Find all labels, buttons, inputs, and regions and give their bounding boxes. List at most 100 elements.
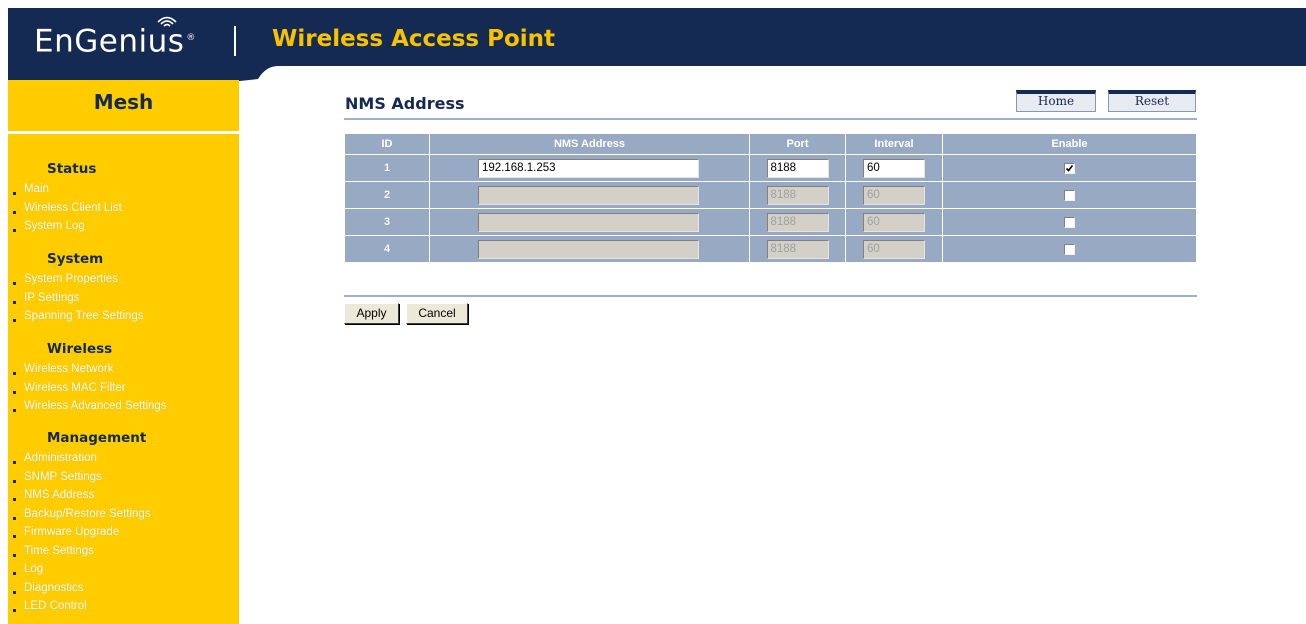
sidebar-title: Mesh [93, 90, 154, 114]
nav-item-snmp-settings[interactable]: SNMP Settings [8, 468, 239, 487]
interval-cell [846, 155, 942, 181]
enable-cell [943, 182, 1196, 208]
nav-item-label: Main [24, 183, 49, 195]
nav-item-label: IP Settings [24, 291, 80, 304]
checkmark-icon [1065, 164, 1074, 172]
port-input[interactable] [766, 158, 829, 178]
nav-item-spanning-tree-settings[interactable]: Spanning Tree Settings [8, 307, 239, 326]
bullet-icon [13, 409, 16, 412]
nav-item-ip-settings[interactable]: IP Settings [8, 289, 239, 308]
nav-heading-management: Management [47, 430, 147, 446]
nav-item-firmware-upgrade[interactable]: Firmware Upgrade [8, 523, 239, 542]
port-cell [750, 155, 845, 181]
nav-item-wireless-advanced-settings[interactable]: Wireless Advanced Settings [8, 397, 239, 416]
nms-address-input[interactable] [478, 185, 699, 205]
port-cell [750, 182, 845, 208]
column-header-enable: Enable [943, 134, 1196, 154]
nav-section-management: Management Administration SNMP Settings … [8, 428, 239, 616]
port-input[interactable] [766, 239, 829, 259]
app-title: Wireless Access Point [272, 26, 556, 52]
enable-checkbox[interactable] [1064, 216, 1075, 228]
bullet-icon [13, 210, 16, 214]
nav-item-administration[interactable]: Administration [8, 449, 239, 468]
nav-item-label: Wireless Client List [24, 201, 122, 214]
column-header-port: Port [750, 134, 845, 154]
nms-address-input[interactable] [478, 158, 699, 178]
nav-item-wireless-mac-filter[interactable]: Wireless MAC Filter [8, 379, 239, 398]
home-button[interactable]: Home [1016, 90, 1096, 112]
nav-item-label: Firmware Upgrade [24, 526, 120, 538]
nav-item-label: Wireless Advanced Settings [24, 400, 167, 412]
nav-item-system-log[interactable]: System Log [8, 217, 239, 236]
interval-input[interactable] [863, 239, 925, 259]
bullet-icon [13, 479, 16, 483]
enable-cell [943, 155, 1196, 181]
bullet-icon [13, 390, 16, 394]
nav-item-wireless-client-list[interactable]: Wireless Client List [8, 199, 239, 218]
port-cell [750, 236, 845, 262]
reset-button[interactable]: Reset [1108, 90, 1196, 112]
enable-checkbox[interactable] [1064, 243, 1075, 255]
nav-item-label: NMS Address [24, 489, 95, 501]
nav-item-label: Log [24, 563, 44, 575]
nms-address-input[interactable] [478, 212, 699, 232]
nav-item-label: Backup/Restore Settings [24, 507, 151, 520]
sidebar: Mesh Status Main Wireless Client List Sy… [8, 80, 239, 624]
nav-item-label: LED Control [24, 600, 87, 612]
port-cell [750, 209, 845, 235]
nav-item-label: Wireless Network [24, 363, 114, 375]
nav-item-label: Administration [24, 452, 97, 464]
nav-item-time-settings[interactable]: Time Settings [8, 542, 239, 561]
nav-item-led-control[interactable]: LED Control [8, 597, 239, 616]
nav-item-log[interactable]: Log [8, 560, 239, 579]
header: EnGenius ® Wireless Access Point [8, 8, 1306, 81]
row-id: 1 [345, 155, 429, 181]
table-row: 1 [345, 155, 1196, 181]
column-header-interval: Interval [846, 134, 942, 154]
header-slope [8, 65, 1306, 81]
interval-input[interactable] [863, 212, 925, 232]
address-cell [430, 209, 749, 235]
bullet-icon [13, 372, 16, 375]
interval-input[interactable] [863, 158, 925, 178]
nav-item-wireless-network[interactable]: Wireless Network [8, 360, 239, 379]
enable-cell [943, 209, 1196, 235]
interval-input[interactable] [863, 185, 925, 205]
enable-checkbox[interactable] [1064, 189, 1075, 201]
table-row: 4 [345, 236, 1196, 262]
page-title: NMS Address [345, 94, 465, 113]
nav-section-system: System System Properties IP Settings Spa… [8, 249, 239, 326]
bullet-icon [13, 192, 16, 195]
bullet-icon [13, 461, 16, 464]
logo-text: EnGenius [34, 23, 185, 60]
bottom-divider [344, 295, 1197, 297]
nav-item-label: Time Settings [24, 544, 94, 557]
bullet-icon [13, 498, 16, 501]
nav-item-main[interactable]: Main [8, 180, 239, 199]
enable-cell [943, 236, 1196, 262]
nav-item-label: System Properties [24, 273, 118, 285]
nav-item-label: SNMP Settings [24, 470, 102, 483]
nav-heading-system: System [47, 251, 104, 267]
nms-address-input[interactable] [478, 239, 699, 259]
bullet-icon [13, 319, 16, 322]
cancel-button[interactable]: Cancel [406, 303, 468, 324]
nav-item-system-properties[interactable]: System Properties [8, 270, 239, 289]
port-input[interactable] [766, 185, 829, 205]
enable-checkbox[interactable] [1064, 162, 1075, 174]
nav-section-status: Status Main Wireless Client List System … [8, 159, 239, 236]
apply-button[interactable]: Apply [344, 303, 399, 324]
nav-item-nms-address[interactable]: NMS Address [8, 486, 239, 505]
address-cell [430, 155, 749, 181]
nav-item-label: Wireless MAC Filter [24, 381, 126, 394]
wifi-icon [157, 16, 177, 27]
nav-item-backup-restore-settings[interactable]: Backup/Restore Settings [8, 505, 239, 524]
table-row: 2 [345, 182, 1196, 208]
row-id: 2 [345, 182, 429, 208]
column-header-id: ID [345, 134, 429, 154]
logo-registered-mark: ® [186, 33, 196, 43]
port-input[interactable] [766, 212, 829, 232]
nav-heading-status: Status [47, 161, 97, 177]
bullet-icon [13, 300, 16, 304]
nav-item-diagnostics[interactable]: Diagnostics [8, 579, 239, 598]
